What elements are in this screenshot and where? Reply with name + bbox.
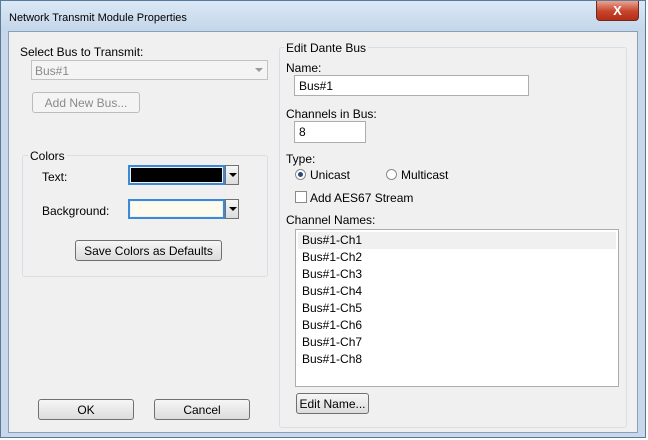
multicast-radio[interactable] — [386, 169, 397, 180]
channel-names-list[interactable]: Bus#1-Ch1 Bus#1-Ch2 Bus#1-Ch3 Bus#1-Ch4 … — [295, 229, 619, 387]
text-color-dropdown[interactable] — [225, 165, 239, 185]
channels-in-bus-value: 8 — [299, 125, 306, 139]
background-color-swatch[interactable] — [128, 199, 225, 219]
dialog-window: Network Transmit Module Properties X Sel… — [0, 0, 646, 438]
unicast-label[interactable]: Unicast — [310, 168, 350, 182]
list-item[interactable]: Bus#1-Ch1 — [298, 232, 616, 249]
text-color-fill — [131, 168, 222, 182]
chevron-down-icon — [255, 68, 263, 72]
add-new-bus-button[interactable]: Add New Bus... — [32, 92, 140, 113]
dialog-client: Select Bus to Transmit: Bus#1 Add New Bu… — [8, 31, 638, 433]
type-label: Type: — [286, 152, 316, 166]
background-color-fill — [131, 202, 222, 216]
name-input[interactable]: Bus#1 — [294, 75, 529, 96]
edit-name-button[interactable]: Edit Name... — [296, 393, 369, 414]
name-label: Name: — [286, 61, 322, 75]
name-input-value: Bus#1 — [299, 79, 334, 93]
window-title: Network Transmit Module Properties — [9, 12, 187, 24]
save-colors-defaults-button[interactable]: Save Colors as Defaults — [75, 240, 222, 261]
multicast-label[interactable]: Multicast — [401, 168, 448, 182]
chevron-down-icon — [229, 173, 237, 177]
colors-group-title: Colors — [28, 149, 67, 163]
background-color-dropdown[interactable] — [225, 199, 239, 219]
list-item[interactable]: Bus#1-Ch8 — [298, 351, 616, 368]
list-item[interactable]: Bus#1-Ch4 — [298, 283, 616, 300]
aes67-checkbox[interactable] — [295, 191, 307, 203]
aes67-label[interactable]: Add AES67 Stream — [310, 191, 413, 205]
cancel-button[interactable]: Cancel — [154, 399, 250, 420]
bus-select-value: Bus#1 — [35, 64, 70, 78]
close-icon: X — [613, 3, 622, 18]
channel-names-label: Channel Names: — [286, 213, 376, 227]
chevron-down-icon — [229, 207, 237, 211]
select-bus-label: Select Bus to Transmit: — [20, 45, 144, 59]
background-color-label: Background: — [42, 204, 110, 218]
list-item[interactable]: Bus#1-Ch5 — [298, 300, 616, 317]
close-button[interactable]: X — [596, 1, 639, 21]
list-item[interactable]: Bus#1-Ch3 — [298, 266, 616, 283]
ok-button[interactable]: OK — [38, 399, 134, 420]
text-color-swatch[interactable] — [128, 165, 225, 185]
channels-in-bus-label: Channels in Bus: — [286, 107, 377, 121]
list-item[interactable]: Bus#1-Ch2 — [298, 249, 616, 266]
bus-select[interactable]: Bus#1 — [31, 60, 268, 80]
edit-dante-bus-title: Edit Dante Bus — [284, 41, 369, 55]
list-item[interactable]: Bus#1-Ch6 — [298, 317, 616, 334]
title-bar[interactable]: Network Transmit Module Properties X — [1, 1, 645, 31]
list-item[interactable]: Bus#1-Ch7 — [298, 334, 616, 351]
text-color-label: Text: — [42, 170, 68, 184]
channels-in-bus-input[interactable]: 8 — [294, 121, 366, 143]
unicast-radio[interactable] — [295, 169, 306, 180]
